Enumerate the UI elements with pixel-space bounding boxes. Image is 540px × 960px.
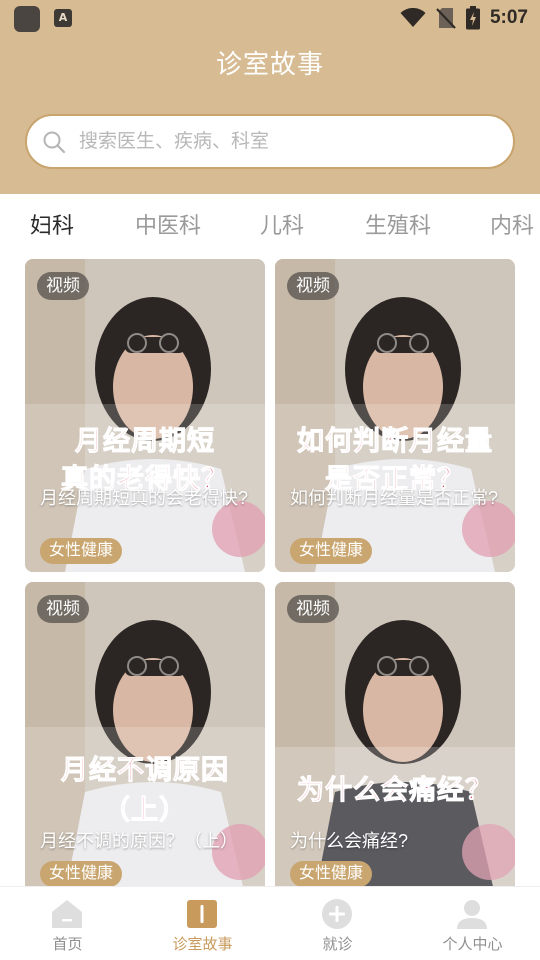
plus-circle-icon	[322, 899, 352, 929]
video-card[interactable]: 视频 为什么会痛经？ 为什么会痛经? 女性健康	[275, 582, 515, 895]
card-title: 月经周期短真的会老得快?	[40, 488, 249, 508]
video-badge: 视频	[37, 272, 89, 300]
book-icon	[187, 900, 217, 928]
wifi-icon	[400, 8, 426, 27]
cover-text-line: 月经不调原因	[61, 755, 229, 786]
home-icon	[52, 900, 82, 928]
cover-text-line: （上）	[103, 795, 187, 826]
cover-text-line: 月经周期短	[75, 426, 215, 457]
category-tag: 女性健康	[290, 538, 373, 564]
tab-pediatrics[interactable]: 儿科	[260, 208, 304, 240]
video-thumbnail	[25, 259, 265, 572]
bottom-navigation: 首页 诊室故事 就诊 个人中心	[0, 886, 540, 960]
video-card[interactable]: 视频 月经周期短 真的老得快？ 月经周期短真的会老得快? 女性健康	[25, 259, 265, 572]
cover-text-line: 如何判断月经量	[297, 426, 493, 457]
video-thumbnail	[275, 259, 515, 572]
card-title: 月经不调的原因？（上）	[40, 831, 238, 851]
cover-text-line: 为什么会痛经？	[297, 775, 493, 806]
page-title: 诊室故事	[215, 49, 324, 79]
tab-tcm[interactable]: 中医科	[135, 208, 201, 240]
tab-gynecology[interactable]: 妇科	[30, 208, 74, 240]
card-title: 如何判断月经量是否正常?	[290, 488, 499, 508]
category-tabs: 妇科 中医科 儿科 生殖科 内科	[0, 194, 540, 254]
nav-profile[interactable]: 个人中心	[405, 887, 540, 960]
nav-label: 就诊	[322, 936, 353, 953]
no-sim-icon	[436, 8, 456, 29]
app-icon	[14, 6, 40, 32]
video-card[interactable]: 视频 月经不调原因 （上） 月经不调的原因？（上） 女性健康	[25, 582, 265, 895]
video-badge: 视频	[287, 272, 339, 300]
nav-label: 诊室故事	[172, 936, 233, 953]
tab-internal-medicine[interactable]: 内科	[490, 208, 534, 240]
video-card[interactable]: 视频 如何判断月经量 是否正常？ 如何判断月经量是否正常? 女性健康	[275, 259, 515, 572]
search-input[interactable]	[79, 116, 499, 167]
nav-label: 首页	[52, 936, 83, 953]
search-icon	[43, 131, 66, 154]
battery-charging-icon	[465, 6, 480, 30]
status-bar: A 5:07	[0, 0, 540, 36]
search-bar[interactable]	[25, 114, 515, 169]
category-tag: 女性健康	[290, 861, 373, 887]
person-icon	[457, 900, 487, 929]
nav-label: 个人中心	[442, 936, 503, 953]
video-badge: 视频	[37, 595, 89, 623]
category-tag: 女性健康	[40, 861, 123, 887]
video-badge: 视频	[287, 595, 339, 623]
app-root: A 5:07 诊室故事 搜索医生、疾病、科室 妇科 中医科 儿科 生殖科 内科 …	[0, 0, 540, 960]
header: A 5:07 诊室故事	[0, 0, 540, 194]
nav-clinic-stories[interactable]: 诊室故事	[135, 887, 270, 960]
nav-visit[interactable]: 就诊	[270, 887, 405, 960]
nav-home[interactable]: 首页	[0, 887, 135, 960]
card-title: 为什么会痛经?	[290, 831, 409, 851]
tab-reproductive[interactable]: 生殖科	[365, 208, 431, 240]
status-bar-right: 5:07	[400, 6, 528, 30]
category-tag: 女性健康	[40, 538, 123, 564]
status-time: 5:07	[489, 7, 528, 28]
a-notification-icon: A	[54, 9, 72, 27]
